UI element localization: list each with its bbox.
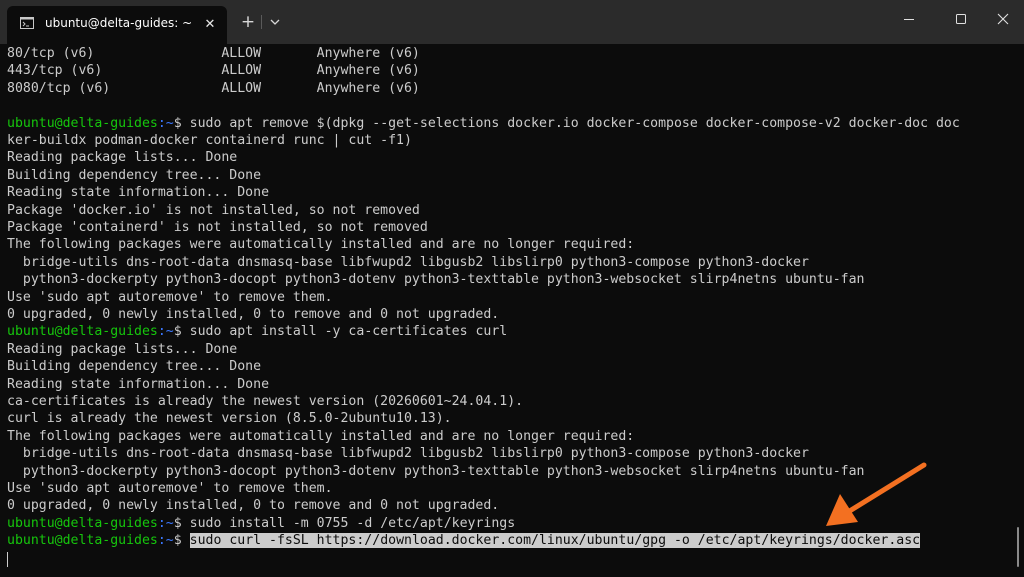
output-line: 443/tcp (v6) ALLOW Anywhere (v6) <box>7 63 420 79</box>
output-line: 8080/tcp (v6) ALLOW Anywhere (v6) <box>7 80 420 96</box>
minimize-icon[interactable] <box>886 0 932 40</box>
command-line: ubuntu@delta-guides:~$ sudo apt install … <box>7 323 507 341</box>
output-line: python3-dockerpty python3-docopt python3… <box>7 463 865 479</box>
output-line: python3-dockerpty python3-docopt python3… <box>7 272 865 288</box>
close-tab-button[interactable]: ✕ <box>200 15 220 35</box>
prompt-symbol: $ <box>173 324 182 340</box>
output-line: Package 'docker.io' is not installed, so… <box>7 202 420 218</box>
maximize-icon[interactable] <box>937 0 983 40</box>
output-line: bridge-utils dns-root-data dnsmasq-base … <box>7 446 809 462</box>
output-line: Reading state information... Done <box>7 376 270 392</box>
terminal-window: ubuntu@delta-guides: ~ ✕ + 80/tcp (v6) A… <box>0 0 1024 577</box>
prompt-symbol: $ <box>173 115 182 131</box>
output-line: 80/tcp (v6) ALLOW Anywhere (v6) <box>7 46 420 61</box>
scrollbar[interactable] <box>1017 527 1019 567</box>
terminal-icon <box>20 17 34 29</box>
prompt-path: :~ <box>157 515 174 531</box>
prompt-user: ubuntu@delta-guides <box>7 115 158 131</box>
new-tab-button[interactable]: + <box>238 12 258 32</box>
command-line: ubuntu@delta-guides:~$ sudo apt remove $… <box>7 115 960 133</box>
output-line: The following packages were automaticall… <box>7 237 635 253</box>
output-line: Reading package lists... Done <box>7 341 238 357</box>
output-line: bridge-utils dns-root-data dnsmasq-base … <box>7 254 809 270</box>
prompt-user: ubuntu@delta-guides <box>7 515 158 531</box>
title-bar: ubuntu@delta-guides: ~ ✕ + <box>0 0 1024 44</box>
output-line: Package 'containerd' is not installed, s… <box>7 220 428 235</box>
output-line: Reading package lists... Done <box>7 150 238 166</box>
output-line: The following packages were automaticall… <box>7 428 635 444</box>
prompt-path: :~ <box>157 324 174 340</box>
output-line: Use 'sudo apt autoremove' to remove them… <box>7 481 333 496</box>
tab-separator <box>261 15 262 29</box>
terminal-tab[interactable]: ubuntu@delta-guides: ~ ✕ <box>7 6 227 44</box>
prompt-user: ubuntu@delta-guides <box>7 324 158 340</box>
command-text: sudo install -m 0755 -d /etc/apt/keyring… <box>181 515 516 531</box>
selected-command-text[interactable]: sudo curl -fsSL https://download.docker.… <box>189 533 921 549</box>
prompt-path: :~ <box>157 533 174 549</box>
command-line: ubuntu@delta-guides:~$ sudo curl -fsSL h… <box>7 532 921 550</box>
output-line: Use 'sudo apt autoremove' to remove them… <box>7 289 333 305</box>
output-line: curl is already the newest version (8.5.… <box>7 411 452 427</box>
chevron-down-icon[interactable] <box>267 12 283 32</box>
command-line: ubuntu@delta-guides:~$ sudo install -m 0… <box>7 515 515 533</box>
terminal-output[interactable]: 80/tcp (v6) ALLOW Anywhere (v6) 443/tcp (… <box>0 44 1016 577</box>
output-line: Building dependency tree... Done <box>7 167 262 183</box>
close-icon[interactable] <box>980 0 1024 40</box>
output-line: Building dependency tree... Done <box>7 359 262 375</box>
prompt-user: ubuntu@delta-guides <box>7 533 158 549</box>
output-line: Reading state information... Done <box>7 185 270 201</box>
command-text: sudo apt install -y ca-certificates curl <box>181 324 508 340</box>
output-line: ker-buildx podman-docker containerd runc… <box>7 133 412 148</box>
text-cursor <box>7 551 8 567</box>
prompt-path: :~ <box>157 115 174 131</box>
output-line: ca-certificates is already the newest ve… <box>7 394 524 409</box>
output-line: 0 upgraded, 0 newly installed, 0 to remo… <box>7 498 500 514</box>
tab-title: ubuntu@delta-guides: ~ <box>45 16 193 30</box>
prompt-symbol: $ <box>173 515 182 531</box>
output-line: 0 upgraded, 0 newly installed, 0 to remo… <box>7 307 500 322</box>
prompt-symbol: $ <box>173 533 190 549</box>
command-text: sudo apt remove $(dpkg --get-selections … <box>181 115 960 131</box>
